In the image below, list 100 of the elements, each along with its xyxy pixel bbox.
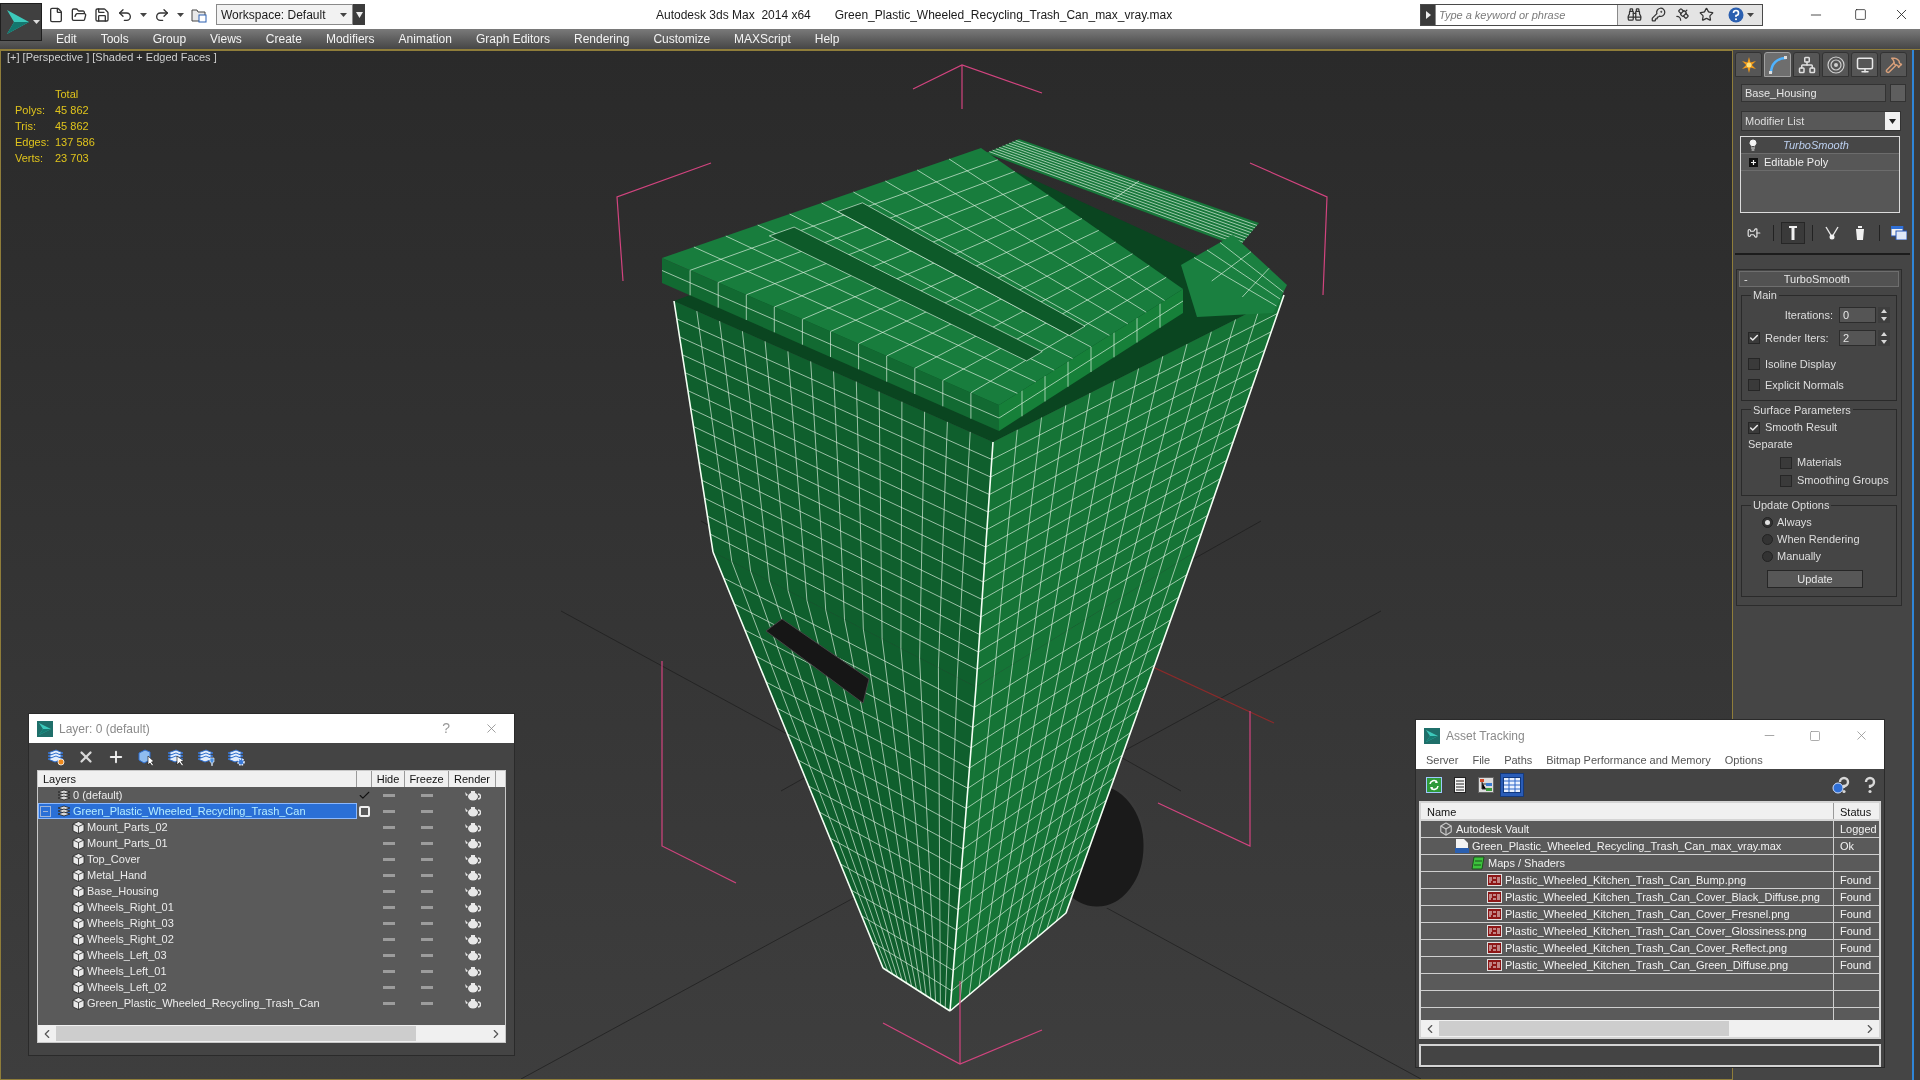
menu-item[interactable]: MAXScript: [722, 30, 803, 48]
dash-icon[interactable]: [421, 809, 433, 813]
column-header[interactable]: Status: [1834, 803, 1879, 819]
dash-icon[interactable]: [382, 793, 395, 797]
dash-icon[interactable]: [421, 953, 433, 957]
dash-icon[interactable]: [382, 937, 395, 941]
render-iters-field[interactable]: 2: [1839, 330, 1876, 346]
expand-icon[interactable]: [1749, 157, 1758, 167]
layer-row[interactable]: Green_Plastic_Wheeled_Recycling_Trash_Can: [38, 995, 357, 1011]
caret-icon[interactable]: [140, 12, 147, 17]
checkbox[interactable]: [1748, 379, 1760, 391]
teapot-icon[interactable]: [464, 789, 481, 801]
teapot-icon[interactable]: [464, 805, 481, 817]
open-folder-icon[interactable]: [71, 6, 87, 23]
asset-row[interactable]: Maps / Shaders: [1421, 855, 1834, 871]
dash-icon[interactable]: [382, 953, 395, 957]
checkbox[interactable]: [1748, 421, 1760, 434]
dash-icon[interactable]: [421, 1001, 433, 1005]
lightbulb-icon[interactable]: [1747, 139, 1759, 151]
spinner-icon[interactable]: [1878, 307, 1890, 323]
cube-cursor-icon[interactable]: [137, 747, 155, 766]
dash-icon[interactable]: [382, 809, 395, 813]
layer-row[interactable]: Wheels_Left_03: [38, 947, 357, 963]
dash-icon[interactable]: [382, 825, 395, 829]
caret-icon[interactable]: [33, 20, 40, 24]
dash-icon[interactable]: [421, 905, 433, 909]
caret-icon[interactable]: [1747, 12, 1754, 17]
layer-row[interactable]: Wheels_Left_02: [38, 979, 357, 995]
menu-item[interactable]: Group: [140, 30, 199, 48]
dash-icon[interactable]: [421, 825, 433, 829]
panel-tab[interactable]: [1851, 52, 1878, 77]
teapot-icon[interactable]: [464, 869, 481, 881]
menu-item[interactable]: Rendering: [562, 30, 642, 48]
menu-item[interactable]: Graph Editors: [463, 30, 562, 48]
asset-row[interactable]: Autodesk Vault: [1421, 821, 1834, 837]
dash-icon[interactable]: [421, 841, 433, 845]
dash-icon[interactable]: [421, 793, 433, 797]
layer-row[interactable]: Wheels_Right_02: [38, 931, 357, 947]
caret-icon[interactable]: [340, 12, 347, 17]
column-header[interactable]: Render: [449, 771, 496, 787]
save-icon[interactable]: [94, 6, 110, 23]
object-name-field[interactable]: Base_Housing: [1741, 84, 1886, 102]
update-button[interactable]: Update: [1767, 569, 1863, 588]
layers-sparkle-icon[interactable]: [47, 747, 65, 766]
panel-tab[interactable]: [1793, 52, 1820, 77]
project-folder-icon[interactable]: [191, 6, 207, 23]
menu-item[interactable]: Customize: [641, 30, 723, 48]
column-header[interactable]: Hide: [372, 771, 405, 787]
layer-row[interactable]: Wheels_Right_01: [38, 899, 357, 915]
layer-row[interactable]: Wheels_Right_03: [38, 915, 357, 931]
asset-row[interactable]: Plastic_Wheeled_Kitchen_Trash_Can_Cover_Black_Diffuse.png: [1421, 889, 1834, 905]
column-header[interactable]: Layers: [38, 771, 357, 787]
layer-row[interactable]: Metal_Hand: [38, 867, 357, 883]
column-header[interactable]: Freeze: [405, 771, 449, 787]
checkbox[interactable]: [1748, 358, 1760, 370]
help-globe-icon[interactable]: [1832, 776, 1850, 794]
teapot-icon[interactable]: [464, 917, 481, 929]
radio-button[interactable]: [1762, 551, 1773, 562]
selected-trash-can-drawing[interactable]: [616, 64, 1328, 1065]
dash-icon[interactable]: [382, 905, 395, 909]
dash-icon[interactable]: [382, 841, 395, 845]
dash-icon[interactable]: [382, 985, 395, 989]
layer-row[interactable]: Wheels_Left_01: [38, 963, 357, 979]
undo-icon[interactable]: [117, 6, 133, 23]
dash-icon[interactable]: [421, 921, 433, 925]
key-icon[interactable]: [1651, 7, 1666, 22]
asset-row[interactable]: Plastic_Wheeled_Kitchen_Trash_Can_Cover_Reflect.png: [1421, 940, 1834, 956]
new-file-icon[interactable]: [48, 6, 64, 23]
layer-row[interactable]: Mount_Parts_02: [38, 819, 357, 835]
dash-icon[interactable]: [421, 937, 433, 941]
menu-item[interactable]: Modifiers: [313, 30, 387, 48]
menu-item[interactable]: Help: [802, 30, 852, 48]
dash-icon[interactable]: [421, 889, 433, 893]
dash-icon[interactable]: [421, 969, 433, 973]
menu-item[interactable]: Tools: [88, 30, 141, 48]
menu-item[interactable]: Bitmap Performance and Memory: [1539, 751, 1718, 769]
toolbar-button[interactable]: [1500, 773, 1524, 797]
menu-item[interactable]: Views: [198, 30, 254, 48]
menu-item[interactable]: Animation: [386, 30, 464, 48]
layers-cursor-icon[interactable]: [167, 747, 185, 766]
teapot-icon[interactable]: [464, 933, 481, 945]
spinner-icon[interactable]: [1878, 330, 1890, 346]
asset-row[interactable]: Green_Plastic_Wheeled_Recycling_Trash_Can_max_vray.max: [1421, 838, 1834, 854]
asset-row[interactable]: Plastic_Wheeled_Kitchen_Trash_Can_Cover_Glossiness.png: [1421, 923, 1834, 939]
scrollbar-thumb[interactable]: [56, 1026, 416, 1041]
teapot-icon[interactable]: [464, 949, 481, 961]
layers-gear-icon[interactable]: [227, 747, 245, 766]
dash-icon[interactable]: [421, 857, 433, 861]
layer-row[interactable]: Mount_Parts_01: [38, 835, 357, 851]
iterations-field[interactable]: 0: [1839, 307, 1876, 323]
menu-item[interactable]: Edit: [44, 30, 89, 48]
dash-icon[interactable]: [382, 889, 395, 893]
search-field[interactable]: Type a keyword or phrase: [1435, 4, 1618, 25]
teapot-icon[interactable]: [464, 837, 481, 849]
modifier-list-dropdown[interactable]: Modifier List: [1741, 111, 1901, 131]
asset-row[interactable]: Plastic_Wheeled_Kitchen_Trash_Can_Cover_Fresnel.png: [1421, 906, 1834, 922]
scrollbar-thumb[interactable]: [1439, 1021, 1729, 1036]
teapot-icon[interactable]: [464, 821, 481, 833]
dash-icon[interactable]: [421, 985, 433, 989]
binoculars-icon[interactable]: [1627, 7, 1642, 22]
